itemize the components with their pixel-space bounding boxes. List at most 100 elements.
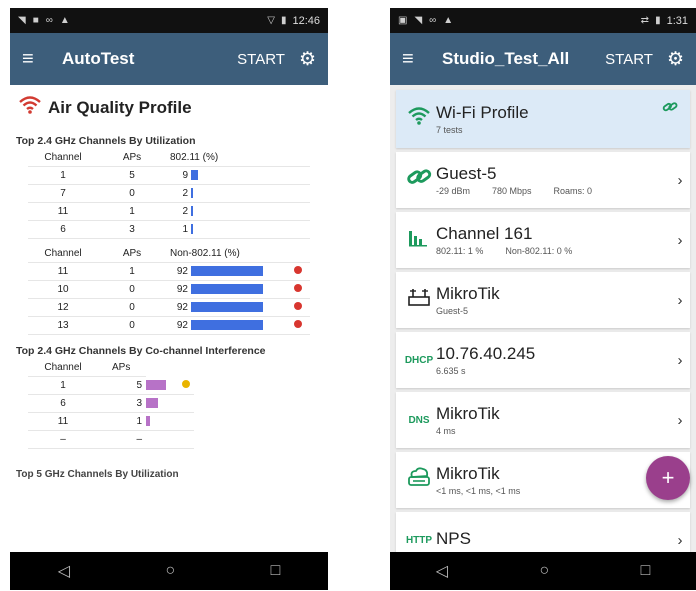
alert-cell: [286, 220, 310, 239]
value-label: 92: [176, 320, 188, 331]
column-header: Channel: [28, 245, 98, 263]
table-row[interactable]: 15 9: [28, 166, 310, 185]
back-icon[interactable]: ◁: [436, 561, 448, 581]
home-icon[interactable]: ○: [165, 562, 175, 580]
channel-cell: 6: [28, 220, 98, 239]
table-row[interactable]: 13 0 92: [28, 316, 310, 335]
utilization-bar: [191, 170, 198, 181]
aps-cell: 5: [98, 166, 166, 185]
air-quality-header: Air Quality Profile: [10, 85, 328, 129]
recents-icon[interactable]: □: [641, 562, 651, 580]
alert-dot-icon: [294, 320, 302, 328]
dns-icon: DNS: [408, 414, 430, 426]
table-header: Channel APs 802.11 (%): [28, 149, 310, 167]
table-row[interactable]: 15: [28, 376, 194, 395]
utilization-cell: 2: [166, 202, 286, 221]
alert-cell: [286, 262, 310, 281]
card-body: Guest-5 -29 dBm 780 Mbps Roams: 0: [436, 164, 670, 196]
table-row[interactable]: 63 1: [28, 220, 310, 239]
card-detail: Non-802.11: 0 %: [505, 246, 573, 256]
card-body: Channel 161 802.11: 1 % Non-802.11: 0 %: [436, 224, 670, 256]
interference-cell: [146, 430, 194, 449]
chevron-right-icon[interactable]: ›: [670, 232, 690, 249]
card-title: Wi-Fi Profile: [436, 103, 529, 122]
channel-cell: 11: [28, 412, 98, 431]
chevron-right-icon[interactable]: ›: [670, 352, 690, 369]
section-title-cochannel: Top 2.4 GHz Channels By Co-channel Inter…: [16, 345, 266, 357]
channel-cell: 12: [28, 298, 98, 317]
home-icon[interactable]: ○: [539, 562, 549, 580]
add-test-button[interactable]: +: [646, 456, 690, 500]
settings-gear-icon[interactable]: ⚙: [299, 48, 316, 71]
test-card[interactable]: DNS MikroTik 4 ms ›: [396, 392, 690, 448]
table-row[interactable]: 12 0 92: [28, 298, 310, 317]
aps-cell: 3: [98, 220, 166, 239]
table-header: Channel APs: [28, 359, 194, 377]
test-card[interactable]: Wi-Fi Profile 7 tests: [396, 90, 690, 148]
table-header: Channel APs Non-802.11 (%): [28, 245, 310, 263]
alert-dot-icon: [294, 302, 302, 310]
app-bar: ≡ AutoTest START ⚙: [10, 33, 328, 85]
channel-cell: 7: [28, 184, 98, 203]
back-icon[interactable]: ◁: [58, 561, 70, 581]
test-card[interactable]: DHCP 10.76.40.245 6.635 s ›: [396, 332, 690, 388]
chevron-right-icon[interactable]: ›: [670, 532, 690, 549]
test-card[interactable]: Channel 161 802.11: 1 % Non-802.11: 0 % ›: [396, 212, 690, 268]
battery-icon: ▮: [280, 15, 287, 26]
table-row[interactable]: – –: [28, 430, 194, 449]
card-title: MikroTik: [436, 284, 500, 303]
aps-cell: 0: [98, 280, 166, 299]
wifi-status-icon: ▽: [267, 15, 275, 26]
nav-bar: ◁ ○ □: [390, 552, 696, 590]
air-quality-content[interactable]: Air Quality Profile Top 2.4 GHz Channels…: [10, 85, 328, 552]
utilization-cell: 92: [166, 280, 286, 299]
start-button[interactable]: START: [237, 51, 285, 68]
channel-cell: 6: [28, 394, 98, 413]
chevron-right-icon[interactable]: ›: [670, 172, 690, 189]
chevron-right-icon[interactable]: ›: [670, 292, 690, 309]
start-button[interactable]: START: [605, 51, 653, 68]
channel-cell: 13: [28, 316, 98, 335]
table-row[interactable]: 70 2: [28, 184, 310, 203]
card-title: 10.76.40.245: [436, 344, 536, 363]
voicemail-icon: ∞: [45, 15, 53, 26]
table-row[interactable]: 63: [28, 394, 194, 413]
dhcp-icon: DHCP: [404, 354, 434, 366]
channel-cell: 1: [28, 166, 98, 185]
test-list-content[interactable]: Wi-Fi Profile 7 tests Guest-5 -29 dBm 780 Mb…: [390, 85, 696, 552]
test-card[interactable]: Guest-5 -29 dBm 780 Mbps Roams: 0 ›: [396, 152, 690, 208]
aps-cell: 0: [98, 316, 166, 335]
notification-icon: ◥: [414, 15, 423, 26]
test-card[interactable]: HTTP NPS ›: [396, 512, 690, 552]
alert-dot-icon: [294, 266, 302, 274]
image-icon: ■: [32, 15, 39, 26]
value-label: 1: [182, 224, 188, 235]
table-row[interactable]: 10 0 92: [28, 280, 310, 299]
http-icon: HTTP: [405, 534, 433, 546]
interference-bar: [146, 398, 158, 409]
utilization-bar: [191, 206, 193, 217]
table-row[interactable]: 11 1: [28, 412, 194, 431]
table-row[interactable]: 11 1 92: [28, 262, 310, 281]
status-bar: ◥ ■ ∞ ▲ ▽ ▮ 12:46: [10, 8, 328, 33]
settings-gear-icon[interactable]: ⚙: [667, 48, 684, 71]
column-header: APs: [98, 149, 166, 167]
column-header: APs: [98, 245, 166, 263]
menu-icon[interactable]: ≡: [402, 48, 430, 71]
card-title: Channel 161: [436, 224, 533, 243]
card-detail: Roams: 0: [553, 186, 593, 196]
recents-icon[interactable]: □: [271, 562, 281, 580]
section-title-utilization: Top 2.4 GHz Channels By Utilization: [16, 135, 196, 147]
linked-icon: [662, 100, 678, 117]
utilization-bar: [191, 188, 193, 199]
chevron-right-icon[interactable]: ›: [670, 412, 690, 429]
utilization-bar: [191, 320, 263, 331]
test-card[interactable]: MikroTik Guest-5 ›: [396, 272, 690, 328]
table-row[interactable]: 11 1 2: [28, 202, 310, 221]
card-body: MikroTik 4 ms: [436, 404, 670, 436]
utilization-bar: [191, 224, 193, 235]
status-bar: ▣ ◥ ∞ ▲ ⇄ ▮ 1:31: [390, 8, 696, 33]
channel-cell: 11: [28, 262, 98, 281]
value-label: 92: [176, 302, 188, 313]
menu-icon[interactable]: ≡: [22, 48, 50, 71]
